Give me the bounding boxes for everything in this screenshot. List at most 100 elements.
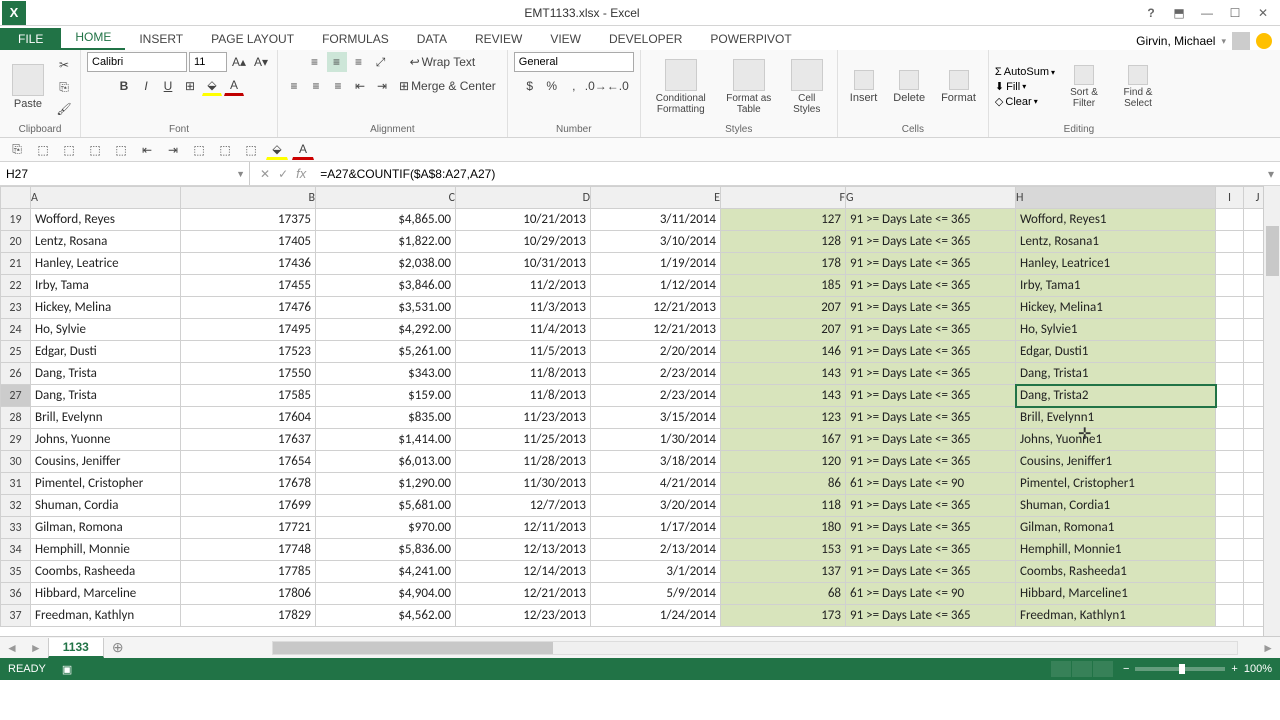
cell-H34[interactable]: Hemphill, Monnie1 bbox=[1016, 539, 1216, 561]
cell-G32[interactable]: 91 >= Days Late <= 365 bbox=[846, 495, 1016, 517]
cell-C29[interactable]: $1,414.00 bbox=[316, 429, 456, 451]
zoom-in-button[interactable]: + bbox=[1231, 663, 1237, 675]
column-header-G[interactable]: G bbox=[846, 187, 1016, 209]
row-header[interactable]: 31 bbox=[1, 473, 31, 495]
cell-F30[interactable]: 120 bbox=[721, 451, 846, 473]
row-header[interactable]: 22 bbox=[1, 275, 31, 297]
cell-E28[interactable]: 3/15/2014 bbox=[591, 407, 721, 429]
cell-E25[interactable]: 2/20/2014 bbox=[591, 341, 721, 363]
copy-icon[interactable]: ⎘ bbox=[54, 77, 74, 97]
cell-D36[interactable]: 12/21/2013 bbox=[456, 583, 591, 605]
cell-A34[interactable]: Hemphill, Monnie bbox=[31, 539, 181, 561]
user-account[interactable]: Girvin, Michael ▾ bbox=[1136, 32, 1280, 50]
cell-D33[interactable]: 12/11/2013 bbox=[456, 517, 591, 539]
cell-B25[interactable]: 17523 bbox=[181, 341, 316, 363]
cell-A29[interactable]: Johns, Yuonne bbox=[31, 429, 181, 451]
cell-D24[interactable]: 11/4/2013 bbox=[456, 319, 591, 341]
cell-C20[interactable]: $1,822.00 bbox=[316, 231, 456, 253]
cell-A32[interactable]: Shuman, Cordia bbox=[31, 495, 181, 517]
cell-A33[interactable]: Gilman, Romona bbox=[31, 517, 181, 539]
cell-D31[interactable]: 11/30/2013 bbox=[456, 473, 591, 495]
format-painter-icon[interactable]: 🖌 bbox=[54, 99, 74, 119]
delete-cells-button[interactable]: Delete bbox=[887, 68, 931, 106]
cell-C23[interactable]: $3,531.00 bbox=[316, 297, 456, 319]
ribbon-tab-home[interactable]: HOME bbox=[61, 26, 125, 50]
cell-J26[interactable] bbox=[1244, 363, 1264, 385]
cell-B37[interactable]: 17829 bbox=[181, 605, 316, 627]
cell-F23[interactable]: 207 bbox=[721, 297, 846, 319]
cell-E35[interactable]: 3/1/2014 bbox=[591, 561, 721, 583]
cell-B24[interactable]: 17495 bbox=[181, 319, 316, 341]
worksheet-grid[interactable]: ABCDEFGHIJ19Wofford, Reyes17375$4,865.00… bbox=[0, 186, 1280, 636]
zoom-slider[interactable] bbox=[1135, 667, 1225, 671]
cell-J25[interactable] bbox=[1244, 341, 1264, 363]
cell-E19[interactable]: 3/11/2014 bbox=[591, 209, 721, 231]
qat-fill-color-icon[interactable]: ⬙ bbox=[266, 140, 288, 160]
cell-H21[interactable]: Hanley, Leatrice1 bbox=[1016, 253, 1216, 275]
row-header[interactable]: 20 bbox=[1, 231, 31, 253]
column-header-B[interactable]: B bbox=[181, 187, 316, 209]
expand-formula-bar-icon[interactable]: ▾ bbox=[1262, 162, 1280, 185]
cell-A37[interactable]: Freedman, Kathlyn bbox=[31, 605, 181, 627]
cell-E30[interactable]: 3/18/2014 bbox=[591, 451, 721, 473]
zoom-level[interactable]: 100% bbox=[1244, 663, 1272, 675]
sort-filter-button[interactable]: Sort & Filter bbox=[1059, 63, 1109, 111]
name-box-input[interactable] bbox=[6, 167, 243, 181]
select-all-corner[interactable] bbox=[1, 187, 31, 209]
percent-format-icon[interactable]: % bbox=[542, 76, 562, 96]
qat-icon[interactable]: ⇥ bbox=[162, 140, 184, 160]
cell-F26[interactable]: 143 bbox=[721, 363, 846, 385]
cell-J32[interactable] bbox=[1244, 495, 1264, 517]
qat-icon[interactable]: ⬚ bbox=[58, 140, 80, 160]
cell-G37[interactable]: 91 >= Days Late <= 365 bbox=[846, 605, 1016, 627]
cell-I30[interactable] bbox=[1216, 451, 1244, 473]
cell-I19[interactable] bbox=[1216, 209, 1244, 231]
row-header[interactable]: 37 bbox=[1, 605, 31, 627]
cell-D34[interactable]: 12/13/2013 bbox=[456, 539, 591, 561]
increase-indent-icon[interactable]: ⇥ bbox=[372, 76, 392, 96]
clear-button[interactable]: ◇ Clear ▾ bbox=[995, 95, 1055, 108]
cell-G36[interactable]: 61 >= Days Late <= 90 bbox=[846, 583, 1016, 605]
cell-I28[interactable] bbox=[1216, 407, 1244, 429]
cell-J22[interactable] bbox=[1244, 275, 1264, 297]
cell-G26[interactable]: 91 >= Days Late <= 365 bbox=[846, 363, 1016, 385]
cell-B31[interactable]: 17678 bbox=[181, 473, 316, 495]
cell-G19[interactable]: 91 >= Days Late <= 365 bbox=[846, 209, 1016, 231]
row-header[interactable]: 33 bbox=[1, 517, 31, 539]
cell-C32[interactable]: $5,681.00 bbox=[316, 495, 456, 517]
cell-D37[interactable]: 12/23/2013 bbox=[456, 605, 591, 627]
cell-B28[interactable]: 17604 bbox=[181, 407, 316, 429]
ribbon-display-icon[interactable]: ⬒ bbox=[1166, 3, 1192, 23]
cell-J33[interactable] bbox=[1244, 517, 1264, 539]
sheet-tab[interactable]: 1133 bbox=[48, 638, 104, 658]
cell-G28[interactable]: 91 >= Days Late <= 365 bbox=[846, 407, 1016, 429]
cell-C21[interactable]: $2,038.00 bbox=[316, 253, 456, 275]
cell-I25[interactable] bbox=[1216, 341, 1244, 363]
row-header[interactable]: 34 bbox=[1, 539, 31, 561]
cell-A36[interactable]: Hibbard, Marceline bbox=[31, 583, 181, 605]
cell-I36[interactable] bbox=[1216, 583, 1244, 605]
qat-icon[interactable]: ⎘ bbox=[6, 140, 28, 160]
column-header-H[interactable]: H bbox=[1016, 187, 1216, 209]
cell-C26[interactable]: $343.00 bbox=[316, 363, 456, 385]
cell-G24[interactable]: 91 >= Days Late <= 365 bbox=[846, 319, 1016, 341]
cell-D32[interactable]: 12/7/2013 bbox=[456, 495, 591, 517]
cell-F34[interactable]: 153 bbox=[721, 539, 846, 561]
formula-input[interactable] bbox=[316, 162, 1262, 185]
cell-J29[interactable] bbox=[1244, 429, 1264, 451]
align-left-icon[interactable]: ≡ bbox=[284, 76, 304, 96]
cell-A23[interactable]: Hickey, Melina bbox=[31, 297, 181, 319]
cell-B30[interactable]: 17654 bbox=[181, 451, 316, 473]
qat-icon[interactable]: ⬚ bbox=[84, 140, 106, 160]
align-right-icon[interactable]: ≡ bbox=[328, 76, 348, 96]
format-cells-button[interactable]: Format bbox=[935, 68, 982, 106]
cell-E31[interactable]: 4/21/2014 bbox=[591, 473, 721, 495]
ribbon-tab-page-layout[interactable]: PAGE LAYOUT bbox=[197, 28, 308, 50]
cell-I23[interactable] bbox=[1216, 297, 1244, 319]
cell-F32[interactable]: 118 bbox=[721, 495, 846, 517]
cell-B27[interactable]: 17585 bbox=[181, 385, 316, 407]
conditional-formatting-button[interactable]: Conditional Formatting bbox=[647, 57, 715, 117]
qat-icon[interactable]: ⬚ bbox=[188, 140, 210, 160]
cell-A21[interactable]: Hanley, Leatrice bbox=[31, 253, 181, 275]
underline-button[interactable]: U bbox=[158, 76, 178, 96]
